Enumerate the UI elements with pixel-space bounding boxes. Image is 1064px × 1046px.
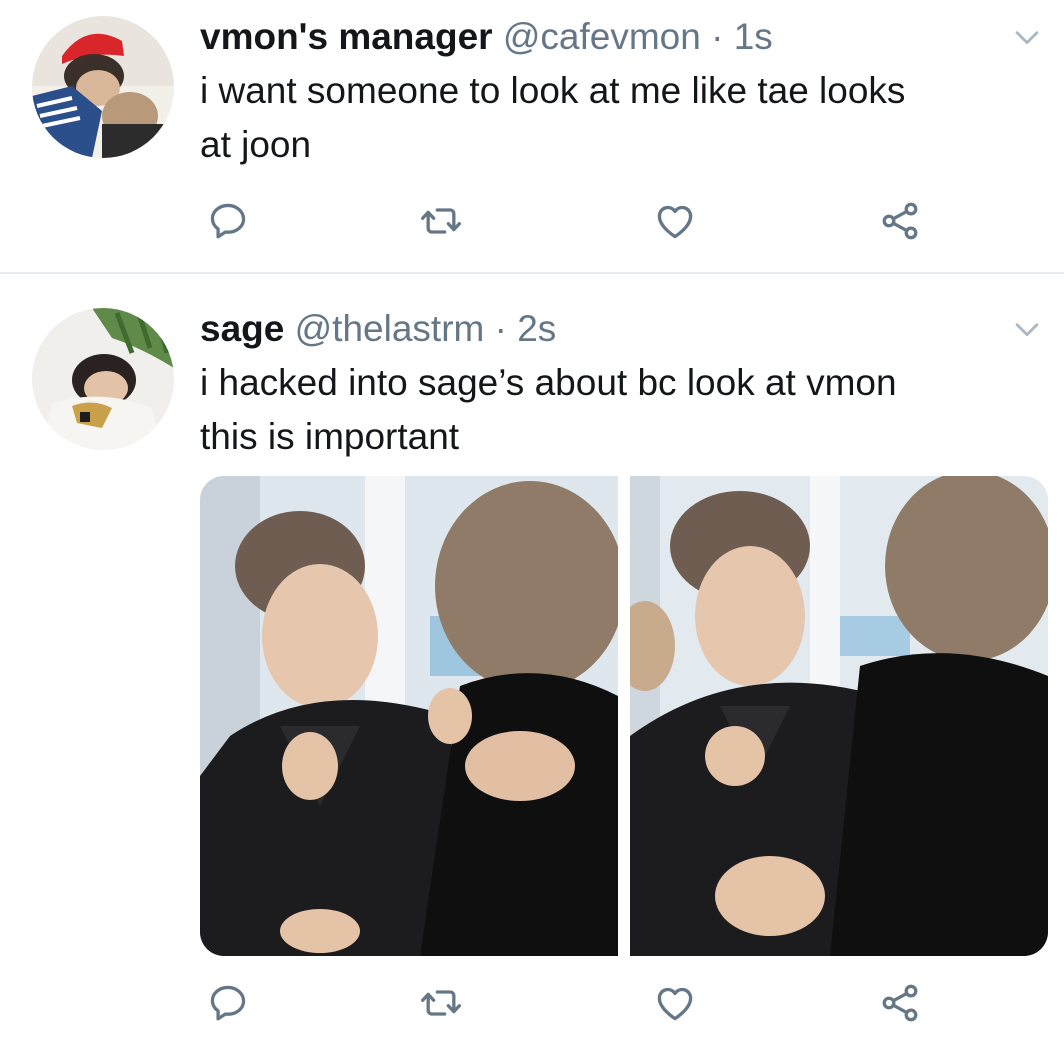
separator-dot: ·	[711, 16, 724, 57]
tweet-text-line: i hacked into sage’s about bc look at vm…	[200, 362, 897, 403]
retweet-button[interactable]	[416, 196, 466, 246]
avatar-photo	[32, 16, 174, 158]
retweet-icon	[419, 981, 463, 1025]
display-name[interactable]: vmon's manager	[200, 16, 493, 57]
tweet-header: vmon's manager @cafevmon · 1s	[200, 15, 773, 59]
like-button[interactable]	[650, 978, 700, 1028]
share-button[interactable]	[875, 196, 925, 246]
avatar-photo	[32, 308, 174, 450]
separator-dot: ·	[494, 308, 507, 349]
avatar[interactable]	[32, 308, 174, 450]
chevron-down-icon[interactable]	[1010, 312, 1044, 346]
tweet-actions	[200, 978, 960, 1028]
chevron-down-icon[interactable]	[1010, 20, 1044, 54]
reply-button[interactable]	[203, 196, 253, 246]
media-photo[interactable]	[630, 476, 1048, 956]
tweet-text-line: this is important	[200, 416, 460, 457]
media-grid	[200, 476, 1048, 956]
tweet[interactable]: vmon's manager @cafevmon · 1s i want som…	[0, 0, 1064, 272]
photo-left	[200, 476, 618, 956]
heart-icon	[653, 199, 697, 243]
heart-icon	[653, 981, 697, 1025]
like-button[interactable]	[650, 196, 700, 246]
user-handle[interactable]: @cafevmon	[503, 16, 701, 57]
share-icon	[878, 981, 922, 1025]
tweet[interactable]: sage @thelastrm · 2s i hacked into sage’…	[0, 274, 1064, 1046]
user-handle[interactable]: @thelastrm	[295, 308, 485, 349]
reply-icon	[206, 199, 250, 243]
avatar[interactable]	[32, 16, 174, 158]
reply-icon	[206, 981, 250, 1025]
retweet-button[interactable]	[416, 978, 466, 1028]
tweet-text-line: i want someone to look at me like tae lo…	[200, 70, 906, 111]
display-name[interactable]: sage	[200, 308, 284, 349]
tweet-actions	[200, 196, 960, 246]
reply-button[interactable]	[203, 978, 253, 1028]
timestamp[interactable]: 1s	[734, 16, 773, 57]
media-photo[interactable]	[200, 476, 618, 956]
timestamp[interactable]: 2s	[517, 308, 556, 349]
photo-right	[630, 476, 1048, 956]
share-icon	[878, 199, 922, 243]
tweet-header: sage @thelastrm · 2s	[200, 307, 556, 351]
share-button[interactable]	[875, 978, 925, 1028]
retweet-icon	[419, 199, 463, 243]
tweet-text: i hacked into sage’s about bc look at vm…	[200, 356, 897, 464]
tweet-text-line: at joon	[200, 124, 312, 165]
tweet-text: i want someone to look at me like tae lo…	[200, 64, 905, 172]
